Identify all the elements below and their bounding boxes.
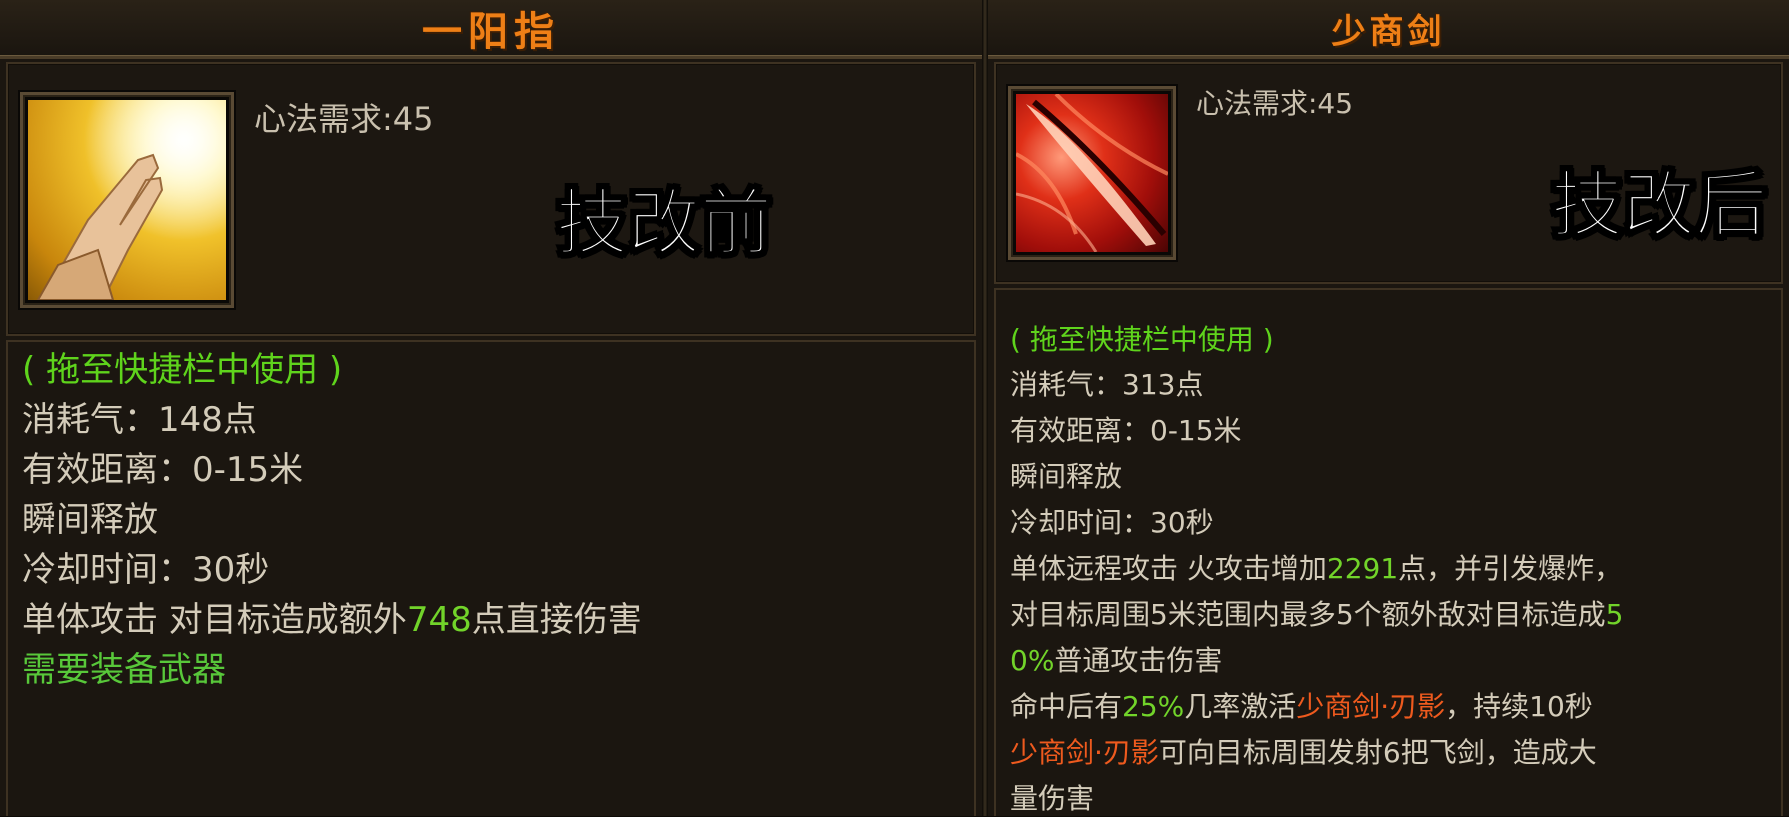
skill-header: 心法需求:45 技改前	[6, 62, 976, 336]
skill-icon-frame[interactable]	[1008, 86, 1176, 260]
effect-text: 点，并引发爆炸，	[1398, 552, 1623, 585]
effect-line-1: 单体远程攻击 火攻击增加2291点，并引发爆炸，	[1010, 547, 1622, 587]
title-bar: 少商剑	[988, 0, 1789, 59]
skill-tooltip-before: 一阳指 心法需求:45 技改前 ( 拖至快捷栏中使用) 消耗气：148点 有效…	[0, 0, 982, 816]
finger-point-icon	[28, 100, 226, 300]
cast-line: 瞬间释放	[1010, 460, 1123, 493]
skill-icon-frame[interactable]	[20, 92, 234, 308]
effect-line-2: 对目标周围5米范围内最多5个额外敌对目标造成5	[1010, 593, 1623, 633]
effect-text: 可向目标周围发射6把飞剑，造成大	[1158, 736, 1597, 769]
drag-hint: ( 拖至快捷栏中使用 )	[22, 350, 343, 390]
cooldown-line: 冷却时间：30秒	[1010, 506, 1214, 539]
effect-text: 对目标周围5米范围内最多5个额外敌对目标造成	[1010, 598, 1606, 631]
skill-title: 少商剑	[1331, 11, 1446, 52]
effect-value: 25%	[1122, 690, 1185, 723]
effect-text: ，持续10秒	[1445, 690, 1593, 723]
effect-text: 命中后有	[1010, 690, 1123, 723]
skill-tooltip-after: 少商剑 心法需求:45 技改后 ( 拖至快捷栏中使用 ) 消耗气：313点 有效…	[988, 0, 1789, 816]
effect-text: 普通攻击伤害	[1054, 644, 1223, 677]
effect-line-5: 少商剑·刃影可向目标周围发射6把飞剑，造成大	[1010, 731, 1597, 771]
weapon-requirement: 需要装备武器	[22, 650, 226, 690]
skill-description: ( 拖至快捷栏中使用 ) 消耗气：313点 有效距离：0-15米 瞬间释放 冷却…	[994, 288, 1783, 816]
effect-text: 几率激活	[1184, 690, 1297, 723]
effect-value: 748	[406, 600, 472, 640]
sword-slash-icon	[1016, 94, 1168, 252]
cost-line: 消耗气：313点	[1010, 368, 1204, 401]
cooldown-line: 冷却时间：30秒	[22, 550, 270, 590]
cost-line: 消耗气：148点	[22, 400, 257, 440]
range-line: 有效距离：0-15米	[1010, 414, 1242, 447]
effect-line-4: 命中后有25%几率激活少商剑·刃影，持续10秒	[1010, 685, 1593, 725]
skill-description: ( 拖至快捷栏中使用 ) 消耗气：148点 有效距离：0-15米 瞬间释放 冷却…	[6, 340, 976, 816]
cast-line: 瞬间释放	[22, 500, 158, 540]
range-line: 有效距离：0-15米	[22, 450, 304, 490]
effect-text: 单体远程攻击 火攻击增加	[1010, 552, 1327, 585]
before-stamp: 技改前	[555, 180, 773, 266]
drag-hint: ( 拖至快捷栏中使用 )	[1010, 323, 1274, 356]
effect-line: 单体攻击 对目标造成额外748点直接伤害	[22, 592, 642, 641]
effect-line-3: 0%普通攻击伤害	[1010, 639, 1222, 679]
effect-value: 2291	[1326, 552, 1399, 585]
title-bar: 一阳指	[0, 0, 982, 59]
skill-title: 一阳指	[422, 9, 560, 55]
effect-value: 5	[1605, 598, 1624, 631]
linked-skill-name: 少商剑·刃影	[1010, 736, 1159, 769]
after-stamp: 技改后	[1550, 162, 1768, 248]
effect-suffix: 点直接伤害	[471, 600, 642, 640]
effect-line-6: 量伤害	[1010, 782, 1095, 815]
skill-header: 心法需求:45 技改后	[994, 62, 1783, 284]
effect-value: 0%	[1010, 644, 1055, 677]
linked-skill-name: 少商剑·刃影	[1296, 690, 1446, 723]
requirement-text: 心法需求:45	[1196, 87, 1354, 120]
requirement-text: 心法需求:45	[254, 100, 434, 138]
effect-prefix: 单体攻击 对目标造成额外	[22, 600, 407, 640]
